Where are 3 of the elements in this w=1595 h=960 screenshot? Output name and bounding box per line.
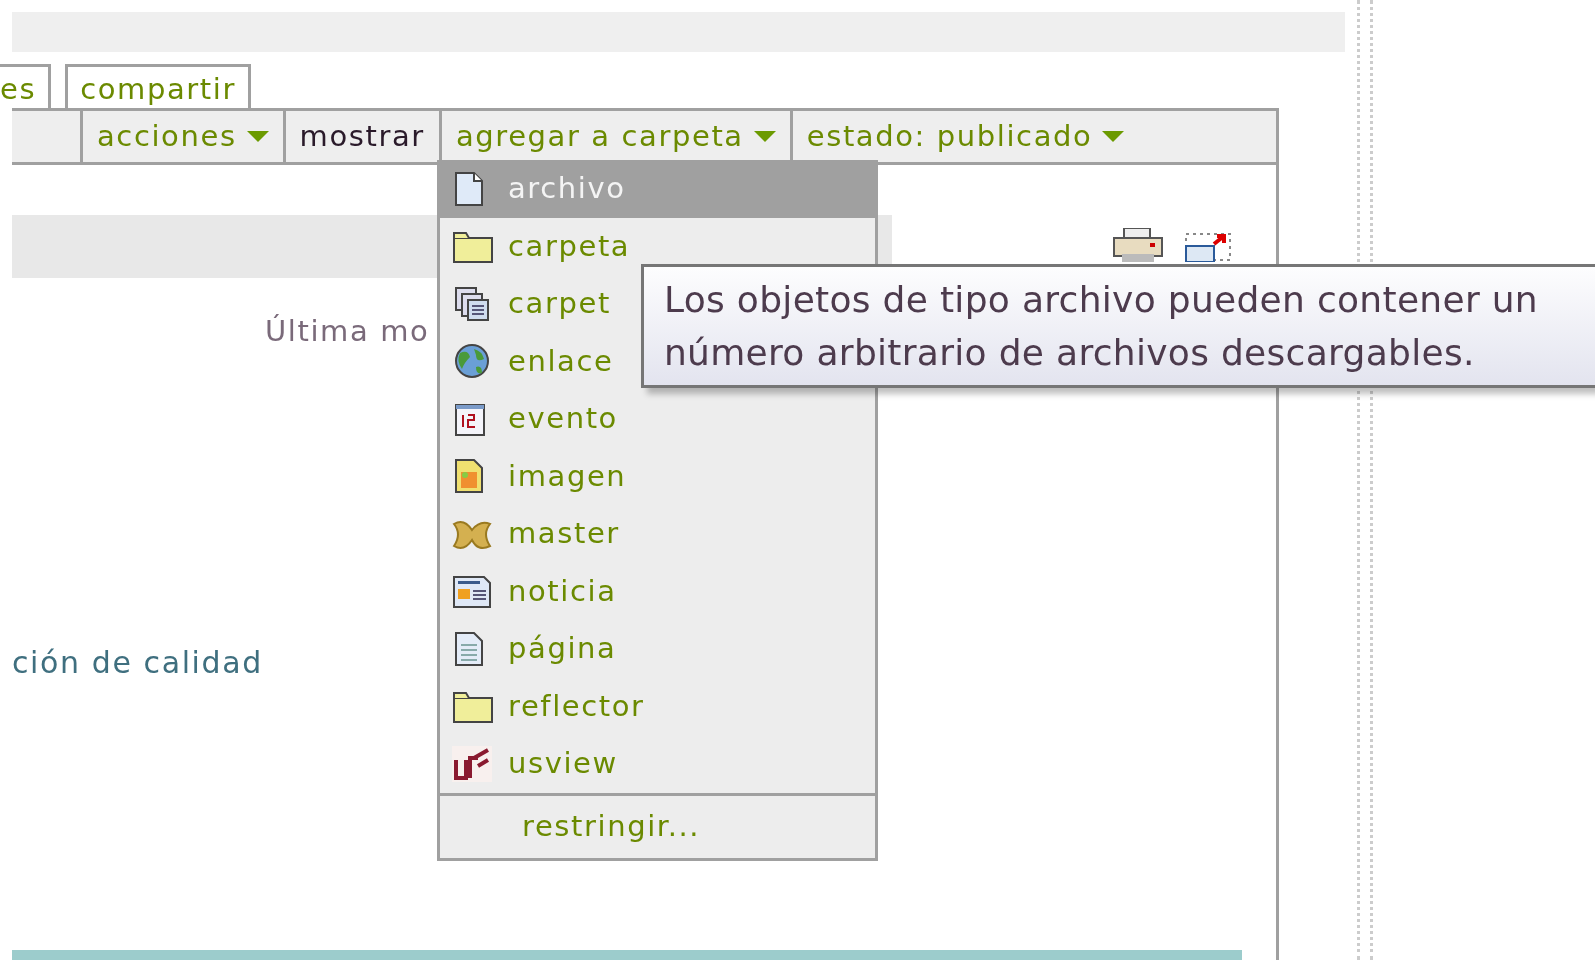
body-text: ción de calidad	[12, 644, 263, 682]
modified-text: Última mo	[265, 313, 430, 350]
tooltip: Los objetos de tipo archivo pueden contener un número arbitrario de archivos descargables.	[641, 264, 1595, 388]
